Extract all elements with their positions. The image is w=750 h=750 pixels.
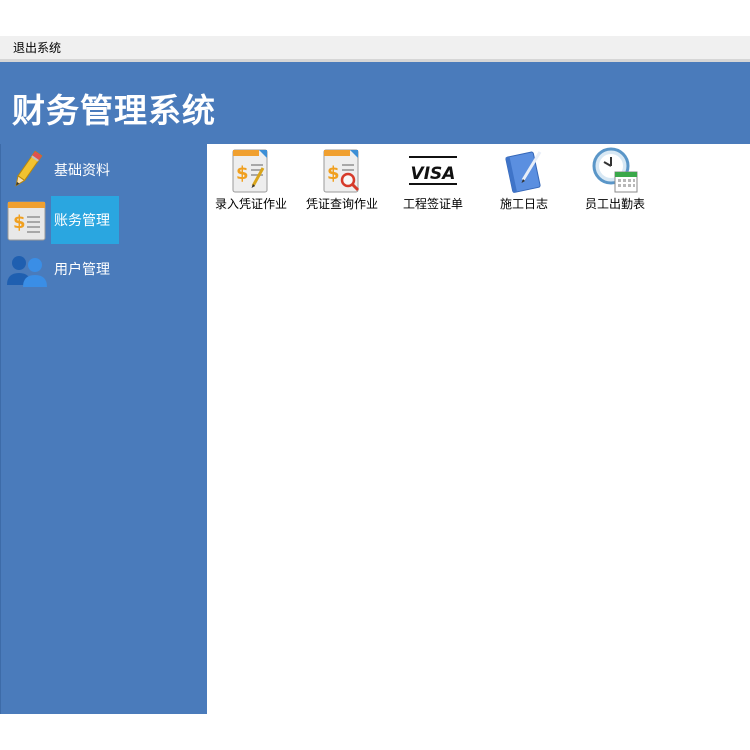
tool-attendance-sheet[interactable]: 员工出勤表	[569, 144, 661, 214]
visa-card-icon: VISA	[409, 156, 457, 185]
app-header: 财务管理系统	[0, 62, 750, 144]
tool-project-visa[interactable]: VISA 工程签证单	[387, 144, 479, 214]
sidebar-item-user-management[interactable]: 用户管理	[1, 245, 208, 293]
voucher-entry-icon: $	[232, 149, 268, 193]
tool-voucher-entry[interactable]: $ 录入凭证作业	[205, 144, 297, 214]
tool-construction-log[interactable]: 施工日志	[478, 144, 570, 214]
tool-label: 录入凭证作业	[214, 197, 287, 211]
tool-label: 施工日志	[499, 197, 548, 211]
tool-voucher-search[interactable]: $ 凭证查询作业	[296, 144, 388, 214]
tool-label: 员工出勤表	[584, 197, 645, 211]
sidebar-item-label: 基础资料	[54, 163, 110, 179]
tool-label: 凭证查询作业	[305, 197, 378, 211]
pencil-icon	[15, 150, 43, 187]
sidebar-item-label: 账务管理	[51, 196, 119, 244]
sidebar-item-basic-data[interactable]: 基础资料	[1, 146, 208, 194]
svg-text:$: $	[327, 163, 340, 184]
bottom-margin	[0, 714, 750, 750]
exit-system-menu[interactable]: 退出系统	[13, 39, 61, 56]
clock-calendar-icon	[592, 147, 638, 193]
main-content: $ 录入凭证作业 $ 凭证查询作业 VISA 工程签证单 施工日志 员工出勤表	[207, 144, 750, 714]
menu-bar: 退出系统	[0, 36, 750, 59]
voucher-search-icon: $	[323, 149, 360, 193]
svg-text:$: $	[13, 212, 26, 233]
svg-text:VISA: VISA	[411, 164, 456, 184]
tool-label: 工程签证单	[402, 197, 463, 211]
users-icon	[7, 256, 47, 287]
ledger-dollar-icon: $	[7, 201, 46, 241]
sidebar-item-accounting[interactable]: $ 账务管理	[1, 196, 208, 244]
sidebar: 基础资料 $ 账务管理 用户管理	[0, 144, 207, 714]
app-title: 财务管理系统	[12, 91, 216, 130]
svg-text:$: $	[236, 163, 249, 184]
notebook-pen-icon	[505, 151, 542, 193]
sidebar-item-label: 用户管理	[54, 262, 110, 278]
